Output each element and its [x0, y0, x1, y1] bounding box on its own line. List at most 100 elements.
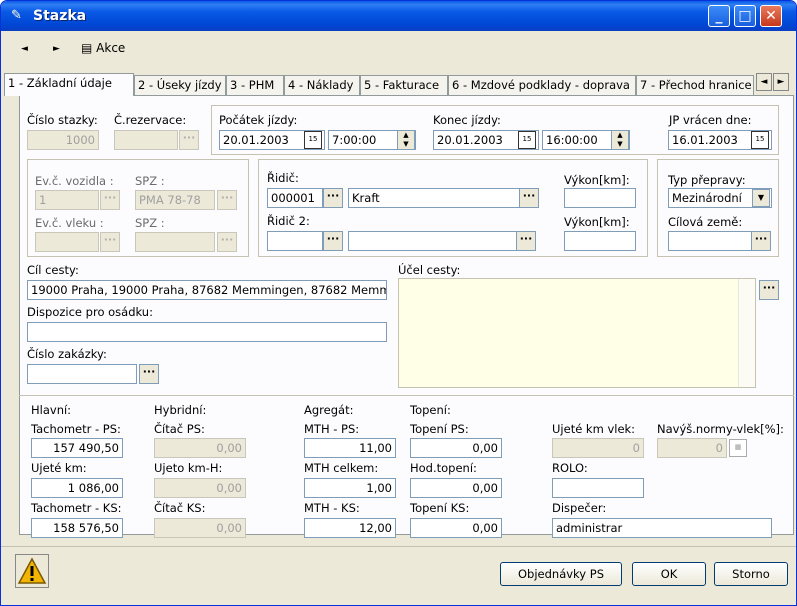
pocatek-label: Počátek jízdy:	[219, 113, 298, 127]
tach-ks-field[interactable]: 158 576,50	[31, 518, 123, 538]
close-button[interactable]: ✕	[760, 5, 782, 27]
spz-vleku-field	[135, 232, 215, 252]
topeni-ks-field[interactable]: 0,00	[410, 518, 502, 538]
ujete-km-vlek-label: Ujeté km vlek:	[552, 422, 636, 436]
ujeto-km-h-label: Ujeto km-H:	[154, 461, 223, 475]
ridic-label: Řidič:	[267, 171, 299, 185]
navys-normy-label: Navýš.normy-vlek[%]:	[657, 422, 784, 436]
ujete-km-vlek-field: 0	[552, 438, 644, 458]
ujete-km-label: Ujeté km:	[31, 461, 87, 475]
stats-group	[19, 395, 794, 535]
citac-ks-field: 0,00	[154, 518, 246, 538]
c-rezervace-lookup-button: ···	[179, 130, 199, 150]
cislo-zakazky-field[interactable]	[27, 364, 137, 384]
ridic2-name-lookup-button[interactable]: ···	[516, 231, 536, 251]
tab-scroll-left-button[interactable]: ◄	[756, 73, 772, 91]
calendar-icon[interactable]: 15	[304, 131, 322, 149]
ucel-scrollbar[interactable]	[738, 279, 755, 387]
tab-scroll-right-button[interactable]: ►	[773, 73, 789, 91]
evc-vleku-lookup-button: ···	[100, 232, 120, 252]
window-title: Stazka	[33, 8, 87, 24]
dispozice-field[interactable]	[27, 322, 387, 342]
tab-naklady[interactable]: 4 - Náklady	[284, 75, 360, 95]
cilova-zeme-field[interactable]	[668, 231, 752, 251]
cil-cesty-field[interactable]: 19000 Praha, 19000 Praha, 87682 Memminge…	[27, 280, 387, 300]
mth-ks-field[interactable]: 12,00	[304, 518, 396, 538]
navys-normy-field: 0	[657, 438, 727, 458]
agregat-heading: Agregát:	[304, 403, 354, 417]
topeni-ks-label: Topení KS:	[410, 501, 470, 515]
ridic-name-lookup-button[interactable]: ···	[519, 188, 539, 208]
title-bar: ✎ Stazka _ □ ✕	[1, 1, 796, 31]
pocatek-time-spinner[interactable]: ▲ ▼	[397, 130, 415, 150]
vykon1-field[interactable]	[564, 188, 636, 208]
evc-vozidla-lookup-button: ···	[100, 190, 120, 210]
topeni-ps-field[interactable]: 0,00	[410, 438, 502, 458]
evc-vozidla-label: Ev.č. vozidla :	[35, 174, 114, 188]
calendar-icon[interactable]: 15	[518, 131, 536, 149]
spz-vozidla-field: PMA 78-78	[135, 190, 215, 210]
rolo-field[interactable]	[552, 478, 644, 498]
mth-ps-field[interactable]: 11,00	[304, 438, 396, 458]
hlavni-heading: Hlavní:	[31, 403, 72, 417]
ridic-lookup-button[interactable]: ···	[323, 188, 343, 208]
akce-button[interactable]: ▤ Akce	[81, 41, 125, 55]
cilova-zeme-lookup-button[interactable]: ···	[751, 231, 771, 251]
tach-ks-label: Tachometr - KS:	[31, 501, 122, 515]
tab-phm[interactable]: 3 - PHM	[226, 75, 284, 95]
tab-mzdove-podklady[interactable]: 6 - Mzdové podklady - doprava	[448, 75, 636, 95]
ridic2-code-field[interactable]	[267, 231, 323, 251]
mth-ks-label: MTH - KS:	[304, 501, 360, 515]
ridic-name-field[interactable]: Kraft	[348, 188, 520, 208]
mth-celkem-field[interactable]: 1,00	[304, 478, 396, 498]
tach-ps-label: Tachometr - PS:	[31, 422, 121, 436]
cislo-stazky-field: 1000	[27, 130, 99, 150]
forward-button[interactable]: ►	[53, 44, 60, 54]
tab-zakladni-udaje[interactable]: 1 - Základní údaje	[4, 73, 134, 96]
cilova-zeme-label: Cílová země:	[668, 215, 743, 229]
app-icon: ✎	[11, 8, 22, 23]
vykon2-label: Výkon[km]:	[564, 215, 630, 229]
tach-ps-field[interactable]: 157 490,50	[31, 438, 123, 458]
jp-vracen-label: JP vrácen dne:	[669, 113, 752, 127]
tab-useky-jizdy[interactable]: 2 - Úseky jízdy	[134, 75, 226, 95]
ok-button[interactable]: OK	[632, 562, 706, 586]
konec-time-spinner[interactable]: ▲ ▼	[611, 130, 629, 150]
ucel-cesty-lookup-button[interactable]: ···	[759, 280, 779, 300]
ucel-cesty-textarea[interactable]	[398, 278, 756, 388]
citac-ps-label: Čítač PS:	[154, 422, 205, 436]
hod-topeni-field[interactable]: 0,00	[410, 478, 502, 498]
topeni-heading: Topení:	[410, 403, 451, 417]
konec-label: Konec jízdy:	[433, 113, 501, 127]
maximize-button[interactable]: □	[734, 5, 756, 27]
rolo-label: ROLO:	[552, 461, 588, 475]
spz-vozidla-label: SPZ :	[135, 174, 165, 188]
tab-prechod-hranice[interactable]: 7 - Přechod hranice	[636, 75, 754, 95]
vykon2-field[interactable]	[564, 231, 636, 251]
ridic2-lookup-button[interactable]: ···	[323, 231, 343, 251]
calendar-icon[interactable]: 15	[751, 131, 769, 149]
tab-fakturace[interactable]: 5 - Fakturace	[360, 75, 448, 95]
storno-button[interactable]: Storno	[714, 562, 788, 586]
vykon1-label: Výkon[km]:	[564, 173, 630, 187]
topeni-ps-label: Topení PS:	[410, 422, 469, 436]
dispecer-field[interactable]: administrar	[552, 518, 772, 538]
c-rezervace-label: Č.rezervace:	[114, 113, 187, 127]
warning-icon	[17, 557, 47, 584]
cislo-zakazky-lookup-button[interactable]: ···	[139, 364, 159, 384]
ridic2-name-field[interactable]	[348, 231, 520, 251]
warning-button[interactable]	[15, 554, 49, 588]
minimize-button[interactable]: _	[708, 5, 730, 27]
c-rezervace-field	[114, 130, 178, 150]
objednavky-ps-button[interactable]: Objednávky PS	[500, 562, 622, 586]
ridic-code-field[interactable]: 000001	[267, 188, 323, 208]
window: ✎ Stazka _ □ ✕ ◄ ► ▤ Akce 1 - Základní ú…	[0, 0, 797, 606]
typ-prepravy-label: Typ přepravy:	[668, 173, 746, 187]
chevron-down-icon[interactable]: ▼	[752, 189, 770, 207]
cil-cesty-label: Cíl cesty:	[27, 263, 79, 277]
ucel-cesty-label: Účel cesty:	[398, 263, 461, 277]
tab-strip: 1 - Základní údaje 2 - Úseky jízdy 3 - P…	[4, 73, 793, 96]
ujete-km-field[interactable]: 1 086,00	[31, 478, 123, 498]
back-button[interactable]: ◄	[21, 44, 28, 54]
citac-ps-field: 0,00	[154, 438, 246, 458]
